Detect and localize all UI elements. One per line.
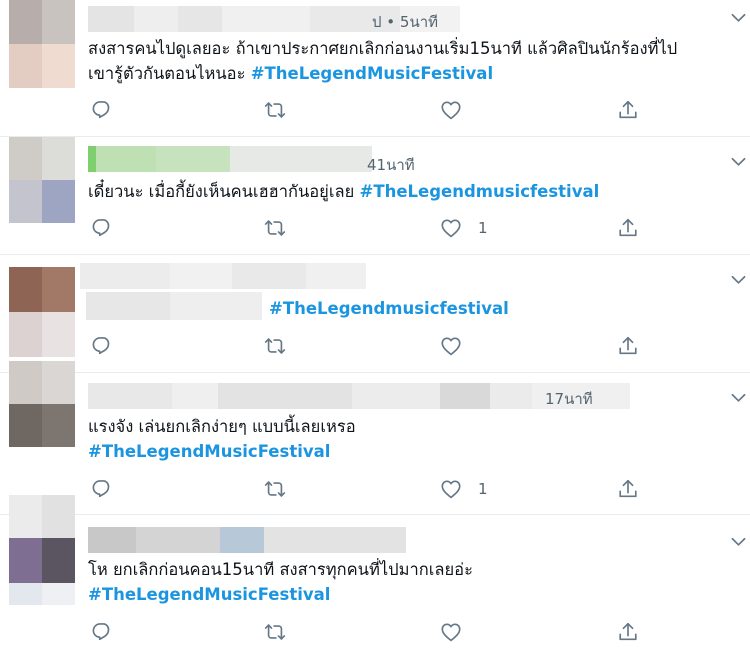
chevron-down-icon[interactable] xyxy=(731,393,746,403)
share-icon xyxy=(617,335,639,357)
share-button[interactable] xyxy=(617,619,639,645)
reply-button[interactable] xyxy=(90,215,112,241)
author-name-blurred[interactable] xyxy=(88,146,372,172)
avatar[interactable] xyxy=(9,0,75,88)
hashtag-link[interactable]: #TheLegendmusicfestival xyxy=(360,182,600,201)
retweet-button[interactable] xyxy=(264,476,286,502)
like-button[interactable] xyxy=(440,333,478,359)
tweet-text-line: แรงจัง เล่นยกเลิกง่ายๆ แบบนี้เลยเหรอ xyxy=(88,417,356,436)
retweet-button[interactable] xyxy=(264,333,286,359)
hashtag-link[interactable]: #TheLegendMusicFestival xyxy=(251,64,493,83)
retweet-icon xyxy=(264,217,286,239)
heart-icon xyxy=(440,99,462,121)
share-icon xyxy=(617,99,639,121)
tweet-text: เดี๋ยวนะ เมื่อกี้ยังเห็นคนเฮฮากันอยู่เลย… xyxy=(88,179,599,204)
chevron-down-icon[interactable] xyxy=(731,537,746,547)
share-button[interactable] xyxy=(617,215,639,241)
share-button[interactable] xyxy=(617,333,639,359)
retweet-button[interactable] xyxy=(264,97,286,123)
tweet-text: แรงจัง เล่นยกเลิกง่ายๆ แบบนี้เลยเหรอ #Th… xyxy=(88,414,356,464)
tweet-text: โห ยกเลิกก่อนคอน15นาที สงสารทุกคนที่ไปมา… xyxy=(88,557,473,607)
chevron-down-icon[interactable] xyxy=(731,13,746,23)
hashtag-link[interactable]: #TheLegendmusicfestival xyxy=(269,299,509,318)
reply-icon xyxy=(90,335,112,357)
tweet-actions: 1 xyxy=(88,476,648,502)
author-name-blurred[interactable] xyxy=(80,263,366,289)
share-icon xyxy=(617,621,639,643)
retweet-button[interactable] xyxy=(264,619,286,645)
tweet-text: สงสารคนไปดูเลยอะ ถ้าเขาประกาศยกเลิกก่อนง… xyxy=(88,36,677,86)
heart-icon xyxy=(440,335,462,357)
tweet-time[interactable]: ป • 5นาที xyxy=(372,10,438,34)
reply-icon xyxy=(90,99,112,121)
retweet-icon xyxy=(264,99,286,121)
reply-icon xyxy=(90,621,112,643)
tweet-text: #TheLegendmusicfestival xyxy=(269,296,509,321)
avatar[interactable] xyxy=(9,137,75,223)
like-button[interactable]: 1 xyxy=(440,476,488,502)
heart-icon xyxy=(440,478,462,500)
hashtag-link[interactable]: #TheLegendMusicFestival xyxy=(88,439,356,464)
tweet-actions xyxy=(88,333,648,359)
share-icon xyxy=(617,217,639,239)
share-button[interactable] xyxy=(617,476,639,502)
reply-button[interactable] xyxy=(90,619,112,645)
tweet[interactable]: #TheLegendmusicfestival xyxy=(0,255,750,373)
hashtag-link[interactable]: #TheLegendMusicFestival xyxy=(88,582,473,607)
retweet-icon xyxy=(264,621,286,643)
tweet-text-line: สงสารคนไปดูเลยอะ ถ้าเขาประกาศยกเลิกก่อนง… xyxy=(88,39,678,58)
tweet-actions xyxy=(88,97,648,123)
chevron-down-icon[interactable] xyxy=(731,275,746,285)
retweet-icon xyxy=(264,478,286,500)
retweet-button[interactable] xyxy=(264,215,286,241)
reply-button[interactable] xyxy=(90,333,112,359)
tweet[interactable]: ป • 5นาที สงสารคนไปดูเลยอะ ถ้าเขาประกาศย… xyxy=(0,0,750,137)
like-button[interactable] xyxy=(440,97,478,123)
like-count: 1 xyxy=(478,480,488,498)
tweet-actions: 1 xyxy=(88,215,648,241)
tweet[interactable]: 17นาที แรงจัง เล่นยกเลิกง่ายๆ แบบนี้เลยเ… xyxy=(0,361,750,515)
tweet-actions xyxy=(88,619,648,645)
reply-icon xyxy=(90,478,112,500)
tweet-text-line: โห ยกเลิกก่อนคอน15นาที สงสารทุกคนที่ไปมา… xyxy=(88,560,473,579)
like-count: 1 xyxy=(478,219,488,237)
reply-icon xyxy=(90,217,112,239)
retweet-icon xyxy=(264,335,286,357)
heart-icon xyxy=(440,621,462,643)
tweet-time[interactable]: 41นาที xyxy=(367,153,415,177)
tweet-text-line: เดี๋ยวนะ เมื่อกี้ยังเห็นคนเฮฮากันอยู่เลย xyxy=(88,182,355,201)
share-icon xyxy=(617,478,639,500)
share-button[interactable] xyxy=(617,97,639,123)
reply-button[interactable] xyxy=(90,97,112,123)
like-button[interactable]: 1 xyxy=(440,215,488,241)
tweet-text-blurred xyxy=(86,292,262,320)
author-name-blurred[interactable] xyxy=(88,527,406,553)
tweet-text-line: เขารู้ตัวกันตอนไหนอะ xyxy=(88,64,246,83)
avatar[interactable] xyxy=(9,267,75,357)
avatar[interactable] xyxy=(9,361,75,447)
heart-icon xyxy=(440,217,462,239)
tweet[interactable]: โห ยกเลิกก่อนคอน15นาที สงสารทุกคนที่ไปมา… xyxy=(0,495,750,662)
like-button[interactable] xyxy=(440,619,478,645)
chevron-down-icon[interactable] xyxy=(731,157,746,167)
avatar[interactable] xyxy=(9,495,75,605)
tweet-time[interactable]: 17นาที xyxy=(545,387,593,411)
reply-button[interactable] xyxy=(90,476,112,502)
tweet[interactable]: 41นาที เดี๋ยวนะ เมื่อกี้ยังเห็นคนเฮฮากัน… xyxy=(0,137,750,255)
